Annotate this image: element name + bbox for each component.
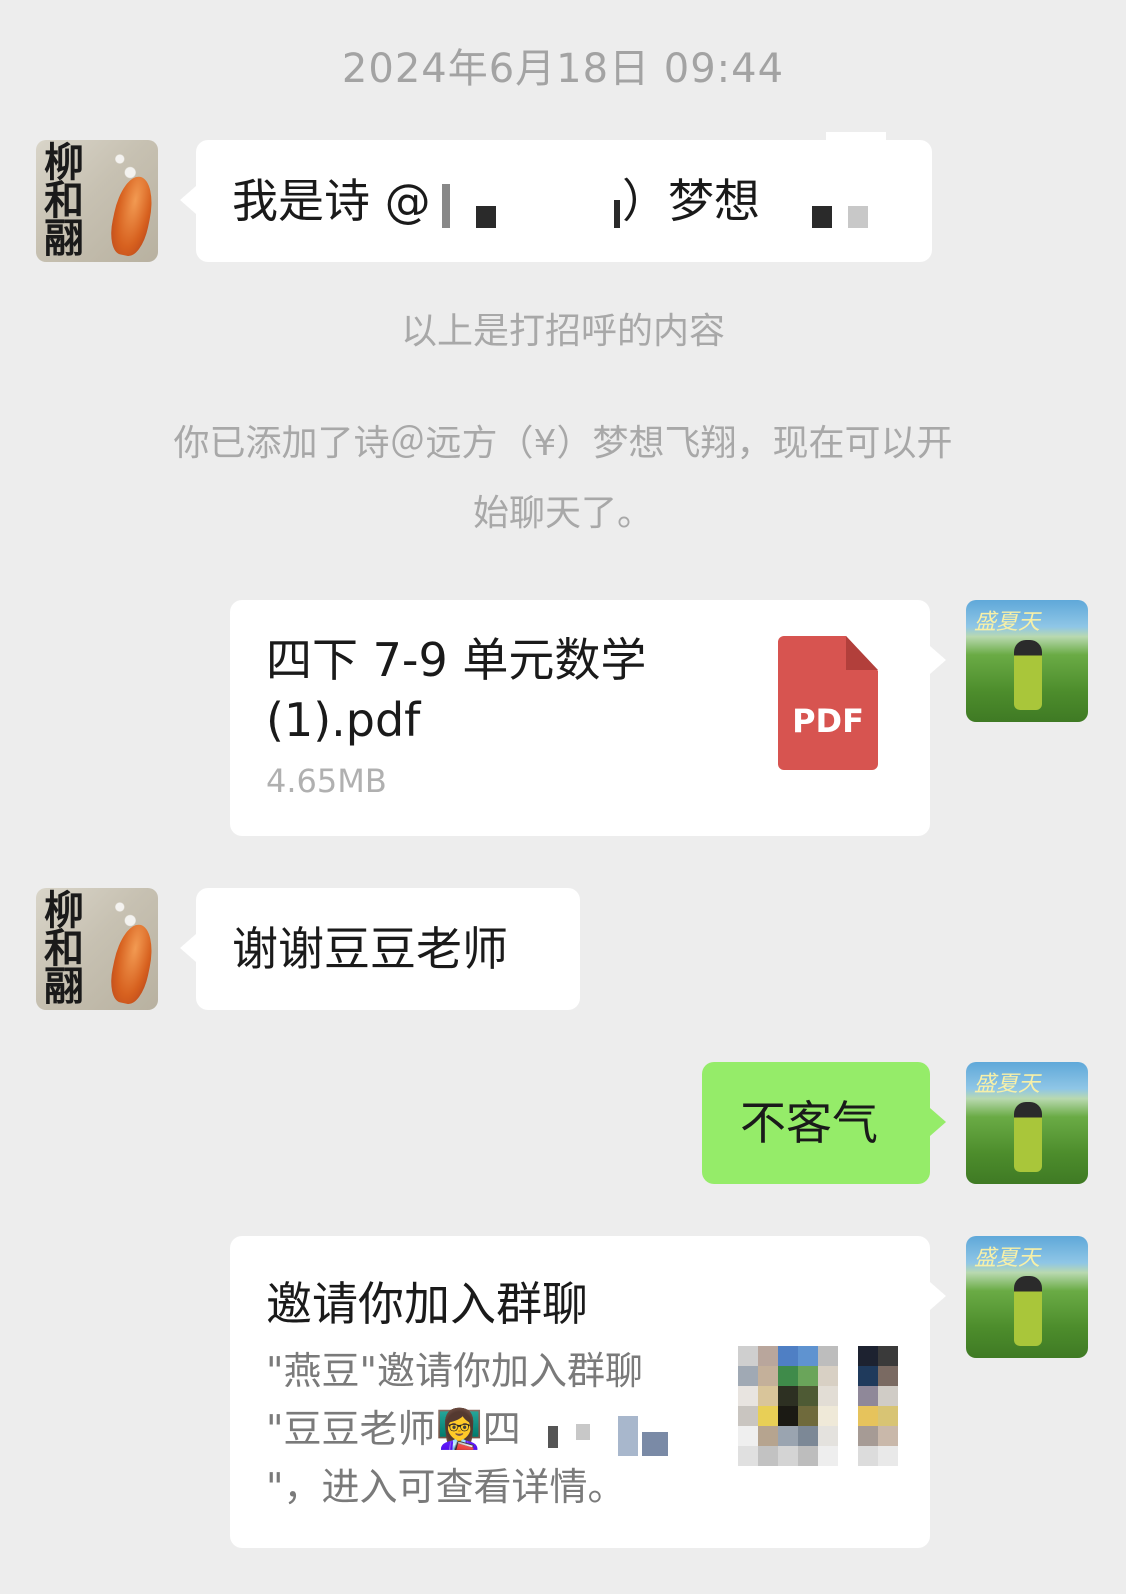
invite-title: 邀请你加入群聊 — [266, 1277, 588, 1331]
greeting-text-part1: 我是诗 @ — [232, 174, 431, 228]
thumbnail-tile — [758, 1446, 778, 1466]
my-avatar[interactable]: 盛夏天 — [966, 1236, 1088, 1358]
thumbnail-tile — [758, 1346, 778, 1366]
thumbnail-tile — [878, 1426, 898, 1446]
avatar-caption: 盛夏天 — [974, 1072, 1041, 1097]
friend-added-note-line2: 始聊天了。 — [472, 493, 653, 534]
redaction-mark — [812, 206, 832, 228]
thumbnail-tile — [818, 1346, 838, 1366]
redaction-mark — [614, 200, 620, 228]
thumbnail-tile — [818, 1446, 838, 1466]
group-thumbnail — [738, 1346, 898, 1506]
thumbnail-tile — [818, 1366, 838, 1386]
file-name-line2: (1).pdf — [266, 693, 421, 747]
thumbnail-tile — [738, 1446, 758, 1466]
thumbnail-tile — [798, 1426, 818, 1446]
thumbnail-tile — [878, 1346, 898, 1366]
thumbnail-tile — [758, 1386, 778, 1406]
thumbnail-tile — [858, 1426, 878, 1446]
greeting-system-note: 以上是打招呼的内容 — [400, 311, 725, 352]
thumbnail-tile — [798, 1366, 818, 1386]
avatar-caption: 盛夏天 — [974, 610, 1041, 635]
thumbnail-tile — [738, 1386, 758, 1406]
contact-avatar[interactable]: 柳和翮 — [36, 140, 158, 262]
invite-desc-line1: "燕豆"邀请你加入群聊 — [266, 1349, 643, 1393]
invite-desc-line3: "，进入可查看详情。 — [266, 1465, 626, 1509]
thanks-message-bubble[interactable]: 谢谢豆豆老师 — [180, 888, 580, 1010]
thumbnail-tile — [738, 1346, 758, 1366]
thumbnail-tile — [858, 1386, 878, 1406]
thumbnail-tile — [798, 1346, 818, 1366]
thumbnail-tile — [778, 1426, 798, 1446]
thumbnail-tile — [798, 1386, 818, 1406]
redaction-mark — [442, 184, 450, 228]
file-message-bubble[interactable]: 四下 7-9 单元数学 (1).pdf 4.65MB PDF — [230, 600, 946, 836]
thumbnail-tile — [858, 1406, 878, 1426]
contact-avatar[interactable]: 柳和翮 — [36, 888, 158, 1010]
redaction-mark — [476, 206, 496, 228]
thumbnail-tile — [738, 1406, 758, 1426]
redaction-mark — [848, 206, 868, 228]
thumbnail-tile — [818, 1386, 838, 1406]
avatar-figure — [1014, 1276, 1042, 1346]
thumbnail-tile — [798, 1406, 818, 1426]
redaction-mark — [618, 1416, 638, 1456]
thumbnail-tile — [778, 1346, 798, 1366]
pdf-icon-label: PDF — [792, 702, 864, 740]
avatar-caption: 盛夏天 — [974, 1246, 1041, 1271]
avatar-figure — [1014, 1102, 1042, 1172]
avatar-bubbles — [112, 898, 138, 928]
thanks-text: 谢谢豆豆老师 — [232, 922, 508, 976]
thumbnail-tile — [878, 1386, 898, 1406]
redaction-mark — [826, 132, 886, 148]
avatar-calligraphy: 柳和翮 — [44, 888, 84, 1010]
thumbnail-tile — [758, 1406, 778, 1426]
thumbnail-tile — [738, 1426, 758, 1446]
greeting-message-bubble[interactable]: 我是诗 @ ）梦想 — [180, 132, 932, 262]
friend-added-note-line1: 你已添加了诗＠远方（¥）梦想飞翔，现在可以开 — [173, 423, 953, 464]
thumbnail-tile — [858, 1446, 878, 1466]
file-name-line1: 四下 7-9 单元数学 — [266, 633, 647, 687]
pdf-icon-fold — [846, 636, 878, 670]
thumbnail-tile — [858, 1366, 878, 1386]
thumbnail-tile — [858, 1346, 878, 1366]
thumbnail-tile — [778, 1406, 798, 1426]
thumbnail-tile — [758, 1366, 778, 1386]
thumbnail-tile — [778, 1366, 798, 1386]
thumbnail-tile — [878, 1446, 898, 1466]
my-avatar[interactable]: 盛夏天 — [966, 1062, 1088, 1184]
reply-text: 不客气 — [740, 1096, 878, 1150]
redaction-mark — [642, 1432, 668, 1456]
thumbnail-tile — [738, 1366, 758, 1386]
avatar-bubbles — [112, 150, 138, 180]
avatar-calligraphy: 柳和翮 — [44, 140, 84, 262]
thumbnail-tile — [878, 1366, 898, 1386]
my-avatar[interactable]: 盛夏天 — [966, 600, 1088, 722]
thumbnail-tile — [778, 1446, 798, 1466]
pdf-file-icon: PDF — [778, 636, 878, 770]
greeting-text-part2: ）梦想 — [622, 174, 760, 228]
thumbnail-tile — [758, 1426, 778, 1446]
file-size: 4.65MB — [266, 762, 387, 800]
thumbnail-tile — [878, 1406, 898, 1426]
redaction-mark — [548, 1426, 558, 1448]
group-invite-card[interactable]: 邀请你加入群聊 "燕豆"邀请你加入群聊 "豆豆老师👩‍🏫四 "，进入可查看详情。 — [230, 1236, 946, 1548]
redaction-mark — [576, 1424, 590, 1440]
thumbnail-tile — [818, 1406, 838, 1426]
chat-timestamp: 2024年6月18日 09:44 — [341, 46, 785, 92]
thumbnail-tile — [778, 1386, 798, 1406]
reply-message-bubble[interactable]: 不客气 — [702, 1062, 946, 1184]
invite-desc-line2: "豆豆老师👩‍🏫四 — [266, 1407, 521, 1451]
avatar-figure — [1014, 640, 1042, 710]
thumbnail-tile — [798, 1446, 818, 1466]
thumbnail-tile — [818, 1426, 838, 1446]
